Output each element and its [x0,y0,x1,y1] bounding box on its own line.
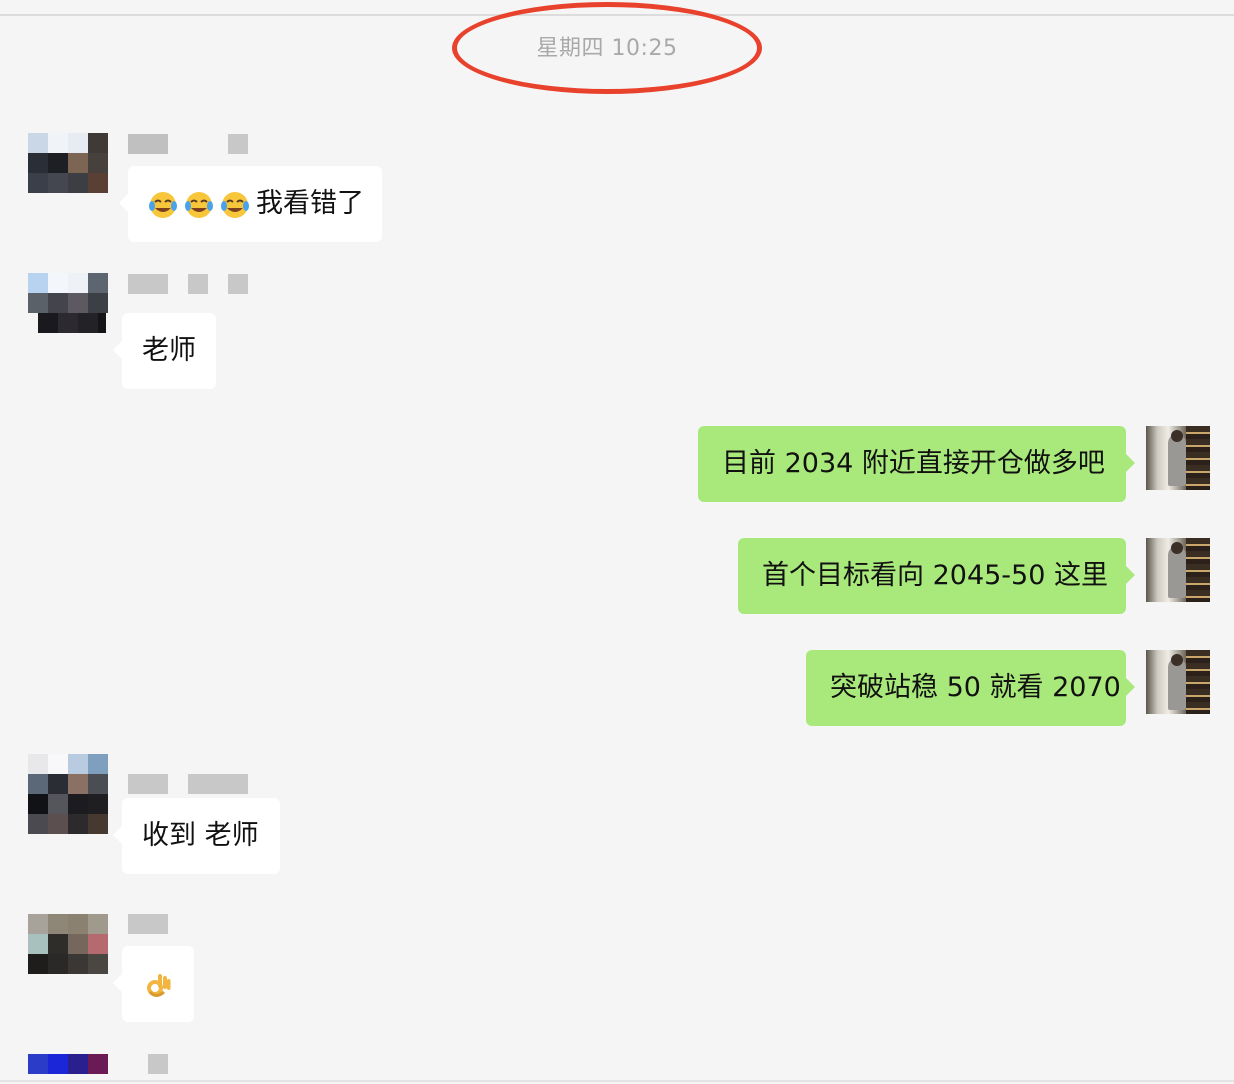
face-with-tears-of-joy-emoji [148,190,178,220]
ok-hand-emoji [142,970,172,1000]
message-bubble-sent[interactable]: 目前 2034 附近直接开仓做多吧 [698,426,1135,502]
my-avatar[interactable] [1146,538,1210,602]
contact-avatar-pixelated[interactable] [28,133,108,193]
face-with-tears-of-joy-emoji [220,190,250,220]
sender-name-redacted [148,1054,168,1074]
sender-name-redacted [128,914,168,934]
message-bubble-received[interactable]: 收到 老师 [113,798,280,874]
message-bubble-received[interactable]: 我看错了 [119,166,382,242]
message-text: 老师 [142,335,196,366]
red-highlight-annotation [452,2,762,94]
sender-name-redacted [128,774,248,794]
message-text: 目前 2034 附近直接开仓做多吧 [722,448,1105,479]
message-text: 收到 老师 [142,820,259,851]
contact-avatar-pixelated[interactable] [28,273,108,333]
message-text: 我看错了 [256,188,364,219]
contact-avatar-pixelated[interactable] [28,914,108,974]
sender-name-redacted [128,274,248,294]
my-avatar[interactable] [1146,426,1210,490]
contact-avatar-pixelated[interactable] [28,1054,108,1074]
message-bubble-received[interactable] [113,946,194,1022]
contact-avatar-pixelated[interactable] [28,754,108,834]
my-avatar[interactable] [1146,650,1210,714]
message-bubble-received[interactable]: 老师 [113,313,216,389]
message-text: 首个目标看向 2045-50 这里 [762,560,1108,591]
message-text: 突破站稳 50 就看 2070 [830,672,1121,703]
bottom-divider [0,1080,1234,1082]
sender-name-redacted [128,134,248,154]
message-bubble-sent[interactable]: 突破站稳 50 就看 2070 [806,650,1135,726]
message-bubble-sent[interactable]: 首个目标看向 2045-50 这里 [738,538,1135,614]
face-with-tears-of-joy-emoji [184,190,214,220]
